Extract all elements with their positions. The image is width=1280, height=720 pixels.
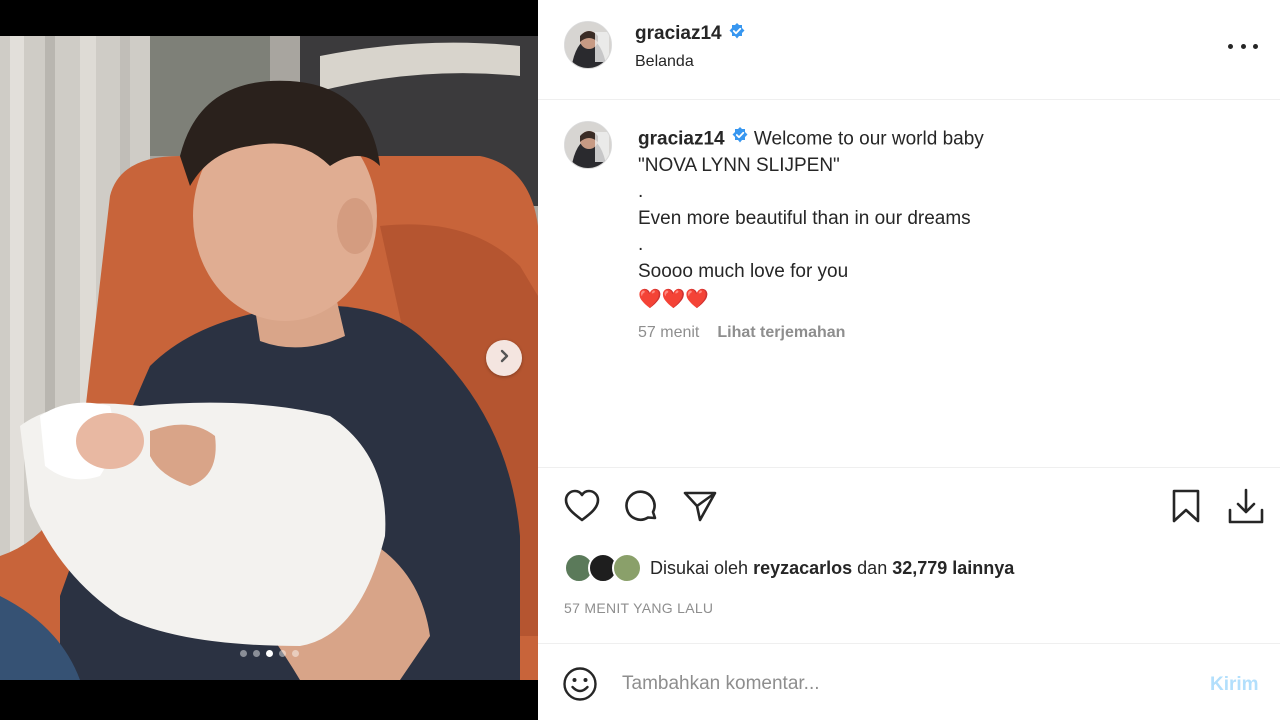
author-username[interactable]: graciaz14 <box>635 22 746 46</box>
comment-bar: Kirim <box>538 643 1280 720</box>
comment-button[interactable] <box>622 488 662 528</box>
caption-first-line: graciaz14 Welcome to our world baby <box>638 126 1238 153</box>
more-dot <box>1228 43 1233 49</box>
likes-count-link[interactable]: 32,779 lainnya <box>892 558 1014 578</box>
caption-line: . <box>638 234 644 256</box>
liked-by-user-link[interactable]: reyzacarlos <box>753 558 852 578</box>
caption-age: 57 menit <box>638 324 700 341</box>
author-avatar[interactable] <box>564 21 612 69</box>
heart-icon <box>564 489 600 528</box>
carousel-dot <box>265 650 273 657</box>
more-dot <box>1253 43 1258 49</box>
liked-by-prefix: Disukai oleh <box>650 557 749 578</box>
post-details-panel: graciaz14 Belanda graciaz14 Welcome to o… <box>538 0 1280 720</box>
comment-input[interactable] <box>622 666 1182 702</box>
share-button[interactable] <box>680 488 720 528</box>
emoji-icon <box>562 667 598 706</box>
carousel-dot <box>278 650 286 657</box>
caption-username[interactable]: graciaz14 <box>638 128 725 149</box>
more-dot <box>1240 43 1246 49</box>
chevron-right-icon <box>497 349 511 368</box>
next-slide-button[interactable] <box>486 340 522 376</box>
post-timestamp[interactable]: 57 MENIT YANG LALU <box>564 600 713 616</box>
caption-hearts: ❤️❤️❤️ <box>638 289 709 311</box>
post-photo[interactable] <box>0 36 538 680</box>
post-media <box>0 0 538 720</box>
save-button[interactable] <box>1166 488 1206 528</box>
caption-line: Even more beautiful than in our dreams <box>638 207 971 229</box>
carousel-dot <box>291 650 299 657</box>
verified-badge-icon <box>728 22 746 46</box>
caption-section: graciaz14 Welcome to our world baby "NOV… <box>538 100 1280 468</box>
carousel-dot <box>239 650 247 657</box>
like-button[interactable] <box>562 488 602 528</box>
share-icon <box>682 489 718 528</box>
caption-text: Welcome to our world baby <box>753 128 984 150</box>
liked-by-joiner: dan <box>857 557 888 578</box>
download-icon <box>1227 487 1265 530</box>
carousel-dot <box>252 650 260 657</box>
comment-icon <box>624 488 660 529</box>
photo-image <box>0 36 538 680</box>
likes-summary: Disukai oleh reyzacarlos dan 32,779 lain… <box>564 552 1014 584</box>
post-actions <box>538 488 1280 532</box>
more-options-button[interactable] <box>1228 36 1258 56</box>
emoji-button[interactable] <box>562 666 598 702</box>
download-button[interactable] <box>1226 488 1266 528</box>
likes-text: Disukai oleh reyzacarlos dan 32,779 lain… <box>650 558 1014 579</box>
caption-line: "NOVA LYNN SLIJPEN" <box>638 154 840 176</box>
author-username-text[interactable]: graciaz14 <box>635 23 722 44</box>
liker-avatars[interactable] <box>564 552 644 584</box>
carousel-indicator <box>0 650 538 657</box>
post-location[interactable]: Belanda <box>635 53 694 71</box>
post-header: graciaz14 Belanda <box>538 0 1280 100</box>
caption-author-avatar[interactable] <box>564 121 612 169</box>
liker-avatar[interactable] <box>612 553 642 583</box>
caption-line: Soooo much love for you <box>638 260 849 282</box>
bookmark-icon <box>1170 489 1202 528</box>
caption-line: . <box>638 181 644 203</box>
verified-badge-icon <box>731 126 749 153</box>
see-translation-link[interactable]: Lihat terjemahan <box>717 324 845 341</box>
caption-meta: 57 menit Lihat terjemahan <box>638 324 845 342</box>
post-caption: graciaz14 Welcome to our world baby "NOV… <box>638 126 1238 313</box>
post-comment-button[interactable]: Kirim <box>1210 674 1259 696</box>
